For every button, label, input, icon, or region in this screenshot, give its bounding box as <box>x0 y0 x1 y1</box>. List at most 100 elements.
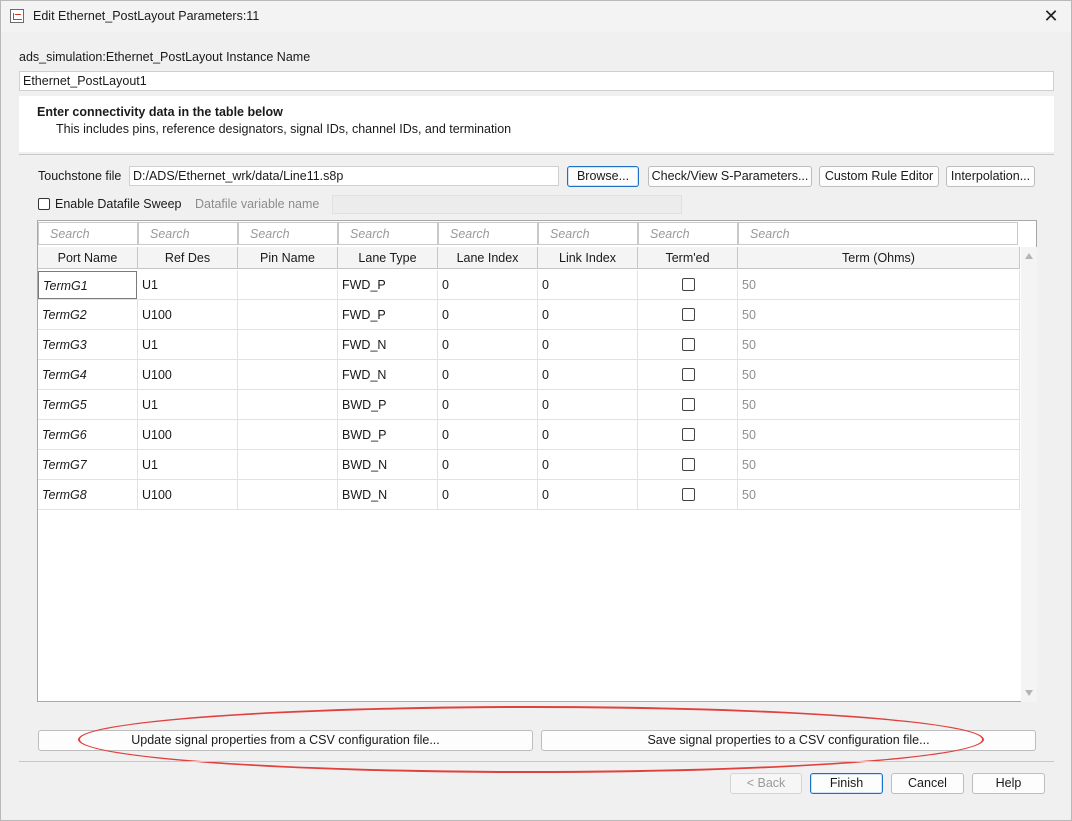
interpolation-button[interactable]: Interpolation... <box>946 166 1035 187</box>
cell-lane-type[interactable]: FWD_P <box>338 270 438 300</box>
scroll-down-icon[interactable] <box>1025 690 1033 696</box>
termed-checkbox[interactable] <box>682 428 695 441</box>
back-button[interactable]: < Back <box>730 773 802 794</box>
search-pin-name[interactable]: Search <box>238 222 338 245</box>
cell-term-ohms[interactable]: 50 <box>738 420 1020 450</box>
table-row[interactable]: TermG1 U1 FWD_P 0 0 50 <box>38 270 1020 300</box>
cell-lane-index[interactable]: 0 <box>438 480 538 510</box>
termed-checkbox[interactable] <box>682 338 695 351</box>
cell-lane-index[interactable]: 0 <box>438 420 538 450</box>
termed-checkbox[interactable] <box>682 368 695 381</box>
search-term-ohms[interactable]: Search <box>738 222 1018 245</box>
cell-lane-index[interactable]: 0 <box>438 450 538 480</box>
browse-button[interactable]: Browse... <box>567 166 639 187</box>
cell-port-name[interactable]: TermG8 <box>38 480 138 510</box>
save-to-csv-button[interactable]: Save signal properties to a CSV configur… <box>541 730 1036 751</box>
cell-pin-name[interactable] <box>238 300 338 330</box>
cell-term-ohms[interactable]: 50 <box>738 270 1020 300</box>
termed-checkbox[interactable] <box>682 398 695 411</box>
cancel-button[interactable]: Cancel <box>891 773 964 794</box>
cell-lane-index[interactable]: 0 <box>438 360 538 390</box>
table-row[interactable]: TermG5 U1 BWD_P 0 0 50 <box>38 390 1020 420</box>
cell-lane-type[interactable]: FWD_P <box>338 300 438 330</box>
cell-link-index[interactable]: 0 <box>538 390 638 420</box>
column-header-lane-index[interactable]: Lane Index <box>438 247 538 269</box>
cell-term-ohms[interactable]: 50 <box>738 360 1020 390</box>
cell-port-name[interactable]: TermG7 <box>38 450 138 480</box>
column-header-pin-name[interactable]: Pin Name <box>238 247 338 269</box>
cell-pin-name[interactable] <box>238 390 338 420</box>
cell-ref-des[interactable]: U1 <box>138 270 238 300</box>
cell-lane-type[interactable]: BWD_P <box>338 390 438 420</box>
cell-term-ohms[interactable]: 50 <box>738 480 1020 510</box>
cell-lane-type[interactable]: FWD_N <box>338 360 438 390</box>
cell-lane-type[interactable]: BWD_N <box>338 480 438 510</box>
search-termed[interactable]: Search <box>638 222 738 245</box>
cell-link-index[interactable]: 0 <box>538 420 638 450</box>
scroll-up-icon[interactable] <box>1025 253 1033 259</box>
update-from-csv-button[interactable]: Update signal properties from a CSV conf… <box>38 730 533 751</box>
cell-port-name[interactable]: TermG2 <box>38 300 138 330</box>
cell-pin-name[interactable] <box>238 420 338 450</box>
cell-ref-des[interactable]: U100 <box>138 360 238 390</box>
cell-lane-index[interactable]: 0 <box>438 390 538 420</box>
search-link-index[interactable]: Search <box>538 222 638 245</box>
cell-lane-type[interactable]: FWD_N <box>338 330 438 360</box>
column-header-link-index[interactable]: Link Index <box>538 247 638 269</box>
vertical-scrollbar[interactable] <box>1021 247 1037 702</box>
cell-pin-name[interactable] <box>238 270 338 300</box>
table-row[interactable]: TermG6 U100 BWD_P 0 0 50 <box>38 420 1020 450</box>
table-row[interactable]: TermG7 U1 BWD_N 0 0 50 <box>38 450 1020 480</box>
search-port-name[interactable]: Search <box>38 222 138 245</box>
cell-ref-des[interactable]: U1 <box>138 330 238 360</box>
cell-port-name[interactable]: TermG1 <box>38 271 137 299</box>
cell-lane-index[interactable]: 0 <box>438 330 538 360</box>
cell-link-index[interactable]: 0 <box>538 480 638 510</box>
cell-link-index[interactable]: 0 <box>538 270 638 300</box>
cell-ref-des[interactable]: U100 <box>138 420 238 450</box>
cell-ref-des[interactable]: U100 <box>138 300 238 330</box>
help-button[interactable]: Help <box>972 773 1045 794</box>
cell-lane-index[interactable]: 0 <box>438 270 538 300</box>
cell-term-ohms[interactable]: 50 <box>738 300 1020 330</box>
table-row[interactable]: TermG3 U1 FWD_N 0 0 50 <box>38 330 1020 360</box>
termed-checkbox[interactable] <box>682 488 695 501</box>
column-header-termed[interactable]: Term'ed <box>638 247 738 269</box>
cell-link-index[interactable]: 0 <box>538 330 638 360</box>
cell-lane-type[interactable]: BWD_N <box>338 450 438 480</box>
cell-port-name[interactable]: TermG6 <box>38 420 138 450</box>
cell-ref-des[interactable]: U1 <box>138 390 238 420</box>
cell-pin-name[interactable] <box>238 330 338 360</box>
cell-lane-type[interactable]: BWD_P <box>338 420 438 450</box>
cell-term-ohms[interactable]: 50 <box>738 450 1020 480</box>
check-view-sparams-button[interactable]: Check/View S-Parameters... <box>648 166 812 187</box>
search-ref-des[interactable]: Search <box>138 222 238 245</box>
cell-port-name[interactable]: TermG3 <box>38 330 138 360</box>
finish-button[interactable]: Finish <box>810 773 883 794</box>
cell-term-ohms[interactable]: 50 <box>738 390 1020 420</box>
close-icon[interactable]: ✕ <box>1040 5 1062 27</box>
enable-datafile-sweep-checkbox[interactable] <box>38 198 50 210</box>
table-row[interactable]: TermG2 U100 FWD_P 0 0 50 <box>38 300 1020 330</box>
column-header-ref-des[interactable]: Ref Des <box>138 247 238 269</box>
termed-checkbox[interactable] <box>682 278 695 291</box>
cell-link-index[interactable]: 0 <box>538 300 638 330</box>
cell-pin-name[interactable] <box>238 480 338 510</box>
column-header-term-ohms[interactable]: Term (Ohms) <box>738 247 1020 269</box>
cell-pin-name[interactable] <box>238 450 338 480</box>
datafile-variable-input[interactable] <box>332 195 682 214</box>
cell-lane-index[interactable]: 0 <box>438 300 538 330</box>
custom-rule-editor-button[interactable]: Custom Rule Editor <box>819 166 939 187</box>
column-header-port-name[interactable]: Port Name <box>38 247 138 269</box>
cell-ref-des[interactable]: U100 <box>138 480 238 510</box>
instance-name-input[interactable]: Ethernet_PostLayout1 <box>19 71 1054 91</box>
cell-port-name[interactable]: TermG5 <box>38 390 138 420</box>
cell-link-index[interactable]: 0 <box>538 360 638 390</box>
cell-pin-name[interactable] <box>238 360 338 390</box>
cell-term-ohms[interactable]: 50 <box>738 330 1020 360</box>
cell-link-index[interactable]: 0 <box>538 450 638 480</box>
search-lane-type[interactable]: Search <box>338 222 438 245</box>
table-row[interactable]: TermG4 U100 FWD_N 0 0 50 <box>38 360 1020 390</box>
termed-checkbox[interactable] <box>682 308 695 321</box>
column-header-lane-type[interactable]: Lane Type <box>338 247 438 269</box>
